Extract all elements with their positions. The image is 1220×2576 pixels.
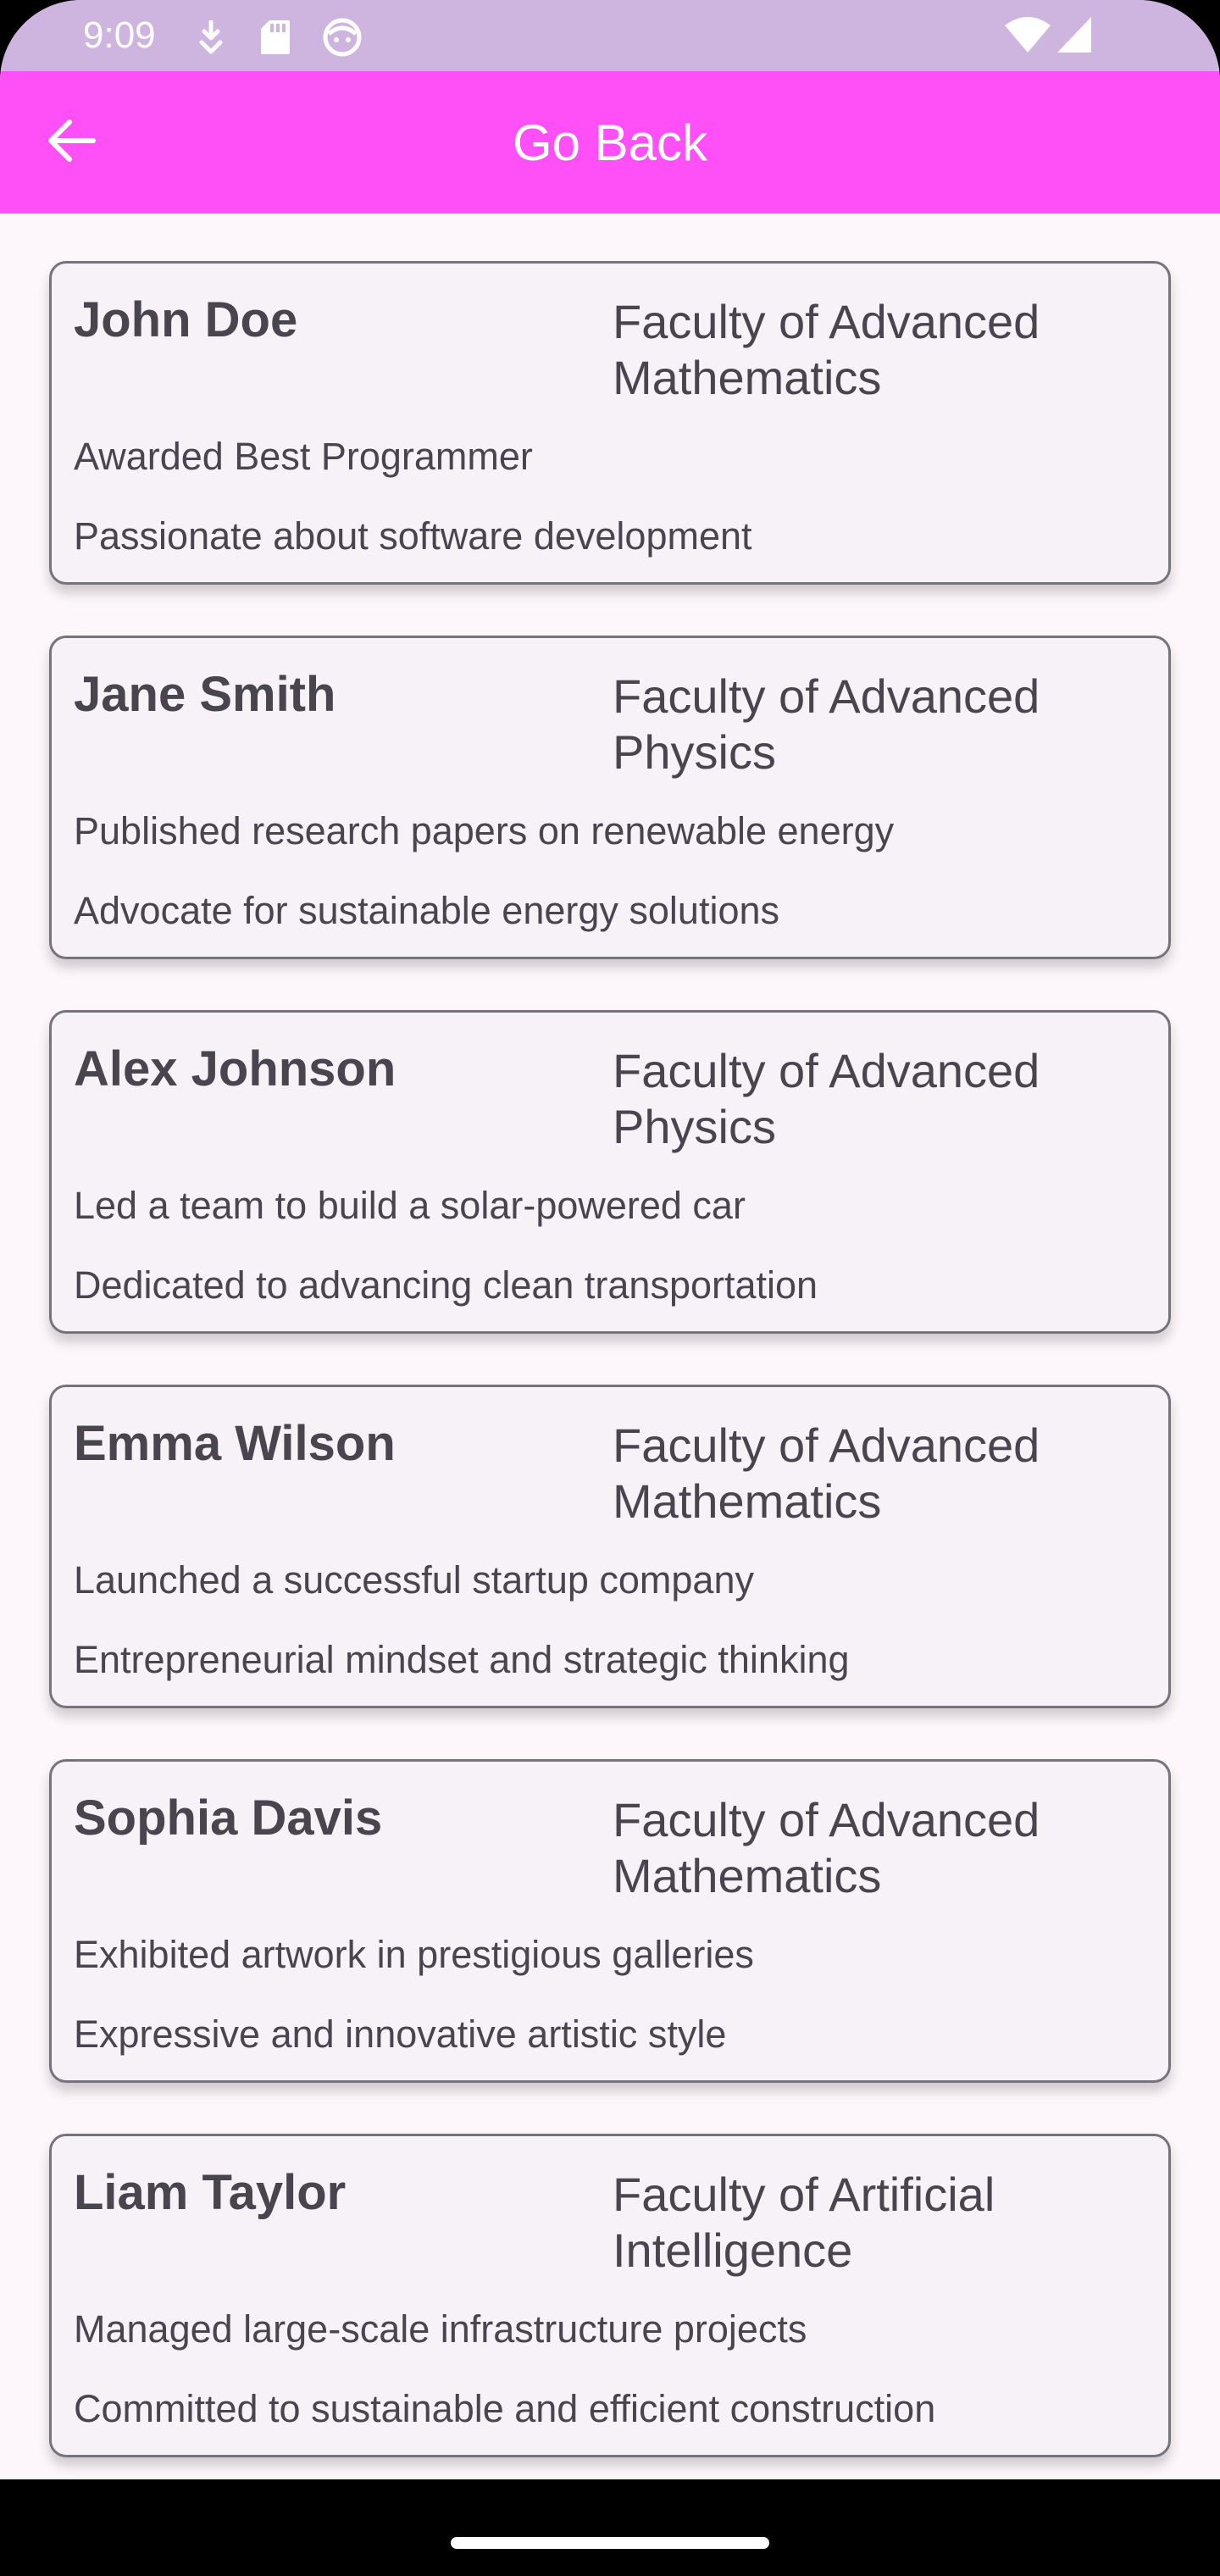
student-name: Emma Wilson: [74, 1416, 396, 1471]
navigation-bar: [0, 2479, 1220, 2576]
student-name: Liam Taylor: [74, 2165, 347, 2220]
student-faculty: Faculty of Artificial Intelligence: [613, 2168, 995, 2277]
student-name: Sophia Davis: [74, 1790, 383, 1846]
status-time: 9:09: [83, 14, 156, 56]
wifi-icon: [1003, 15, 1052, 54]
student-card[interactable]: Emma Wilson Faculty of Advanced Mathemat…: [49, 1385, 1171, 1708]
home-indicator[interactable]: [451, 2537, 769, 2549]
student-card[interactable]: Sophia Davis Faculty of Advanced Mathema…: [49, 1759, 1171, 2083]
back-button[interactable]: [34, 108, 108, 176]
student-card[interactable]: Liam Taylor Faculty of Artificial Intell…: [49, 2134, 1171, 2457]
student-description: Committed to sustainable and efficient c…: [74, 2387, 936, 2430]
student-achievement: Managed large-scale infrastructure proje…: [74, 2307, 807, 2351]
app-bar: Go Back: [0, 71, 1220, 214]
student-card[interactable]: Jane Smith Faculty of Advanced Physics P…: [49, 636, 1171, 959]
student-name: Jane Smith: [74, 667, 336, 722]
student-description: Passionate about software development: [74, 514, 752, 558]
student-card[interactable]: John Doe Faculty of Advanced Mathematics…: [49, 261, 1171, 585]
student-name: John Doe: [74, 292, 298, 347]
student-description: Advocate for sustainable energy solution…: [74, 889, 780, 932]
cellular-signal-icon: [1056, 15, 1093, 54]
student-faculty: Faculty of Advanced Mathematics: [613, 1418, 1040, 1528]
status-bar: 9:09: [0, 0, 1220, 71]
student-achievement: Exhibited artwork in prestigious galleri…: [74, 1933, 754, 1976]
student-description: Dedicated to advancing clean transportat…: [74, 1263, 818, 1307]
download-icon: [197, 20, 225, 54]
student-name: Alex Johnson: [74, 1041, 396, 1096]
page-title: Go Back: [512, 114, 708, 171]
student-faculty: Faculty of Advanced Mathematics: [613, 295, 1040, 404]
student-description: Expressive and innovative artistic style: [74, 2012, 727, 2056]
sd-card-icon: [259, 19, 291, 56]
student-faculty: Faculty of Advanced Physics: [613, 1044, 1040, 1153]
student-description: Entrepreneurial mindset and strategic th…: [74, 1638, 850, 1681]
student-list[interactable]: John Doe Faculty of Advanced Mathematics…: [0, 214, 1220, 2479]
student-achievement: Awarded Best Programmer: [74, 435, 533, 478]
student-card[interactable]: Alex Johnson Faculty of Advanced Physics…: [49, 1010, 1171, 1334]
student-achievement: Published research papers on renewable e…: [74, 809, 895, 852]
app-screen: 9:09 Go Back John Doe Faculty of Advance…: [0, 0, 1220, 2576]
face-icon: [322, 17, 363, 58]
student-faculty: Faculty of Advanced Physics: [613, 669, 1040, 779]
arrow-back-icon: [46, 117, 97, 169]
student-faculty: Faculty of Advanced Mathematics: [613, 1793, 1040, 1902]
student-achievement: Led a team to build a solar-powered car: [74, 1184, 746, 1227]
student-achievement: Launched a successful startup company: [74, 1558, 754, 1602]
